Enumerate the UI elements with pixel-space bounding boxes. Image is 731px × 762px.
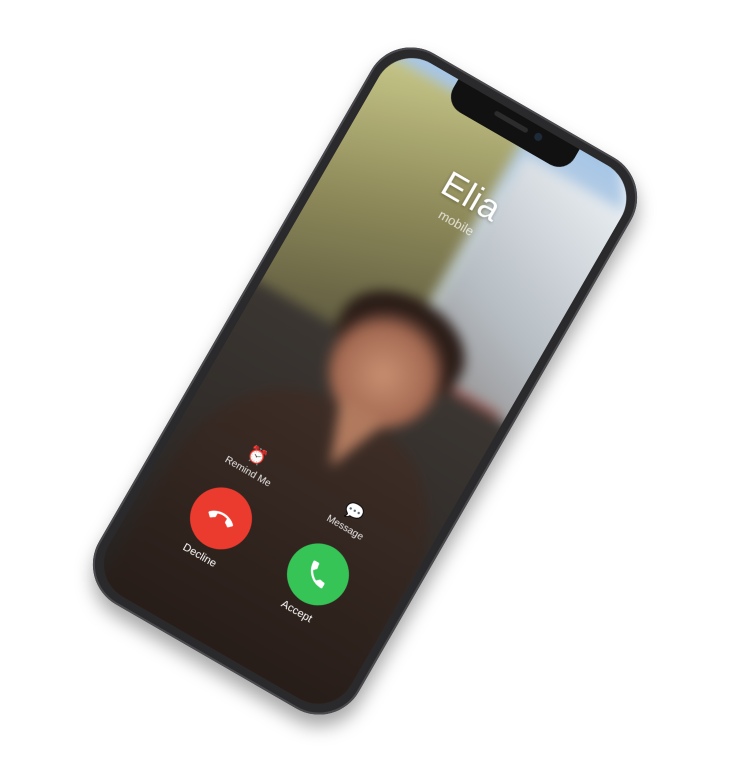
phone-frame: Elia mobile ⏰ Remind Me 💬 Message Declin…: [76, 30, 654, 732]
stage: Elia mobile ⏰ Remind Me 💬 Message Declin…: [0, 0, 731, 762]
phone-icon: [310, 560, 325, 589]
incoming-call-screen: Elia mobile ⏰ Remind Me 💬 Message Declin…: [89, 44, 641, 718]
phone-hangup-icon: [208, 510, 234, 528]
front-camera: [532, 131, 544, 143]
earpiece-speaker: [493, 110, 529, 134]
